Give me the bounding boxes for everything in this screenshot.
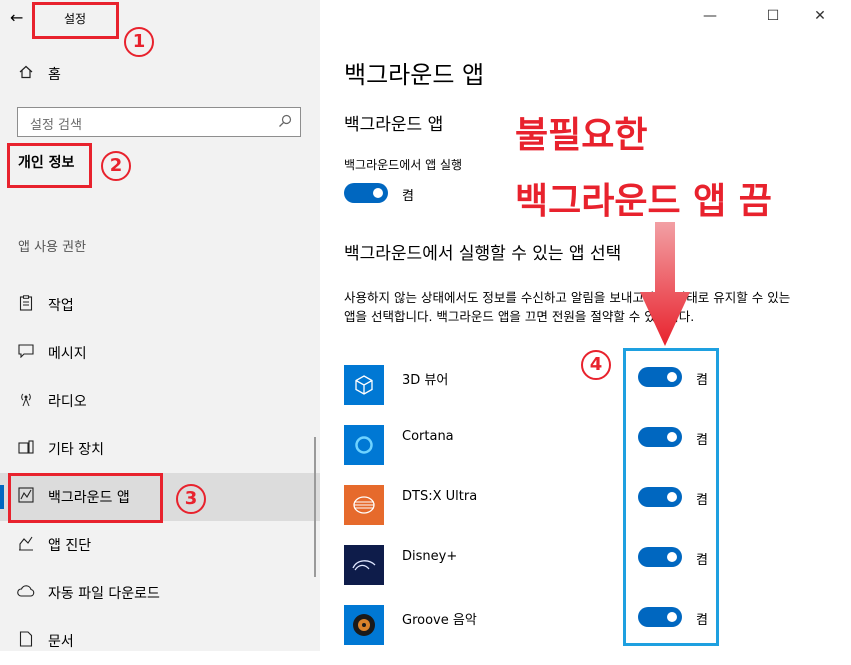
search-icon[interactable] bbox=[278, 114, 292, 132]
section-heading-background-apps: 백그라운드 앱 bbox=[344, 115, 444, 135]
device-icon bbox=[17, 440, 35, 458]
sidebar-item-label: 앱 진단 bbox=[48, 538, 92, 554]
sidebar-item-home[interactable]: 홈 bbox=[0, 50, 320, 98]
choose-apps-heading: 백그라운드에서 실행할 수 있는 앱 선택 bbox=[344, 244, 622, 264]
cloud-icon bbox=[17, 584, 35, 602]
app-row-disney-plus: Disney+ 켬 bbox=[320, 545, 851, 593]
document-icon bbox=[17, 631, 35, 651]
radio-icon bbox=[17, 391, 35, 411]
toggle-knob bbox=[373, 188, 383, 198]
group-label-app-permissions: 앱 사용 권한 bbox=[18, 240, 87, 255]
sidebar-item-documents[interactable]: 문서 bbox=[0, 617, 320, 665]
main-content: — ☐ ✕ 백그라운드 앱 백그라운드 앱 백그라운드에서 앱 실행 켬 백그라… bbox=[320, 0, 851, 651]
description-text: 사용하지 않는 상태에서도 정보를 수신하고 알림을 보내고 최신 상태로 유지… bbox=[344, 290, 791, 324]
sidebar-item-app-diagnostics[interactable]: 앱 진단 bbox=[0, 521, 320, 569]
disney-icon bbox=[344, 545, 384, 585]
app-row-cortana: Cortana 켬 bbox=[320, 425, 851, 473]
home-icon bbox=[17, 65, 35, 83]
back-arrow-icon[interactable]: ← bbox=[10, 8, 23, 28]
annotation-box-title bbox=[32, 2, 119, 39]
search-placeholder: 설정 검색 bbox=[30, 118, 82, 133]
sidebar-item-label: 기타 장치 bbox=[48, 442, 104, 458]
page-title: 백그라운드 앱 bbox=[344, 61, 485, 89]
sidebar-item-auto-file-downloads[interactable]: 자동 파일 다운로드 bbox=[0, 569, 320, 617]
annotation-arrow bbox=[640, 222, 690, 346]
sidebar-item-label: 라디오 bbox=[48, 394, 87, 410]
sidebar-item-other-devices[interactable]: 기타 장치 bbox=[0, 425, 320, 473]
sidebar-item-label: 작업 bbox=[48, 298, 74, 314]
sidebar-scrollbar[interactable] bbox=[314, 437, 316, 577]
sidebar-item-tasks[interactable]: 작업 bbox=[0, 281, 320, 329]
diagnostics-icon bbox=[17, 535, 35, 555]
app-name: DTS:X Ultra bbox=[402, 489, 478, 504]
app-name: 3D 뷰어 bbox=[402, 373, 449, 388]
annotation-number-4: 4 bbox=[581, 350, 611, 380]
settings-search-input[interactable]: 설정 검색 bbox=[17, 107, 301, 137]
task-icon bbox=[17, 295, 35, 315]
minimize-button[interactable]: — bbox=[695, 8, 725, 24]
app-row-groove-music: Groove 음악 켬 bbox=[320, 605, 851, 653]
sidebar-item-label: 자동 파일 다운로드 bbox=[48, 586, 160, 602]
run-in-background-toggle[interactable] bbox=[344, 183, 388, 203]
annotation-text-turn-off: 백그라운드 앱 끔 bbox=[515, 181, 772, 222]
message-icon bbox=[17, 344, 35, 362]
sidebar-item-messaging[interactable]: 메시지 bbox=[0, 329, 320, 377]
cortana-icon bbox=[344, 425, 384, 465]
annotation-box-background-apps bbox=[8, 473, 163, 523]
maximize-button[interactable]: ☐ bbox=[758, 8, 788, 24]
app-name: Cortana bbox=[402, 429, 454, 444]
annotation-number-1: 1 bbox=[124, 27, 154, 57]
close-button[interactable]: ✕ bbox=[805, 8, 835, 24]
annotation-number-3: 3 bbox=[176, 484, 206, 514]
sidebar: ← 설정 홈 설정 검색 개인 정보 앱 사용 권한 작업 메시지 라디오 기타… bbox=[0, 0, 320, 651]
app-name: Groove 음악 bbox=[402, 613, 477, 628]
dts-icon bbox=[344, 485, 384, 525]
annotation-number-2: 2 bbox=[101, 151, 131, 181]
annotation-text-unnecessary: 불필요한 bbox=[515, 115, 648, 156]
selection-indicator bbox=[0, 485, 4, 509]
sidebar-item-label: 홈 bbox=[48, 67, 61, 83]
run-in-background-label: 백그라운드에서 앱 실행 bbox=[344, 158, 463, 172]
toggle-state-text: 켬 bbox=[402, 189, 414, 204]
sidebar-item-label: 문서 bbox=[48, 634, 74, 650]
annotation-box-privacy bbox=[7, 143, 92, 188]
sidebar-item-label: 메시지 bbox=[48, 346, 87, 362]
groove-icon bbox=[344, 605, 384, 645]
cube-icon bbox=[344, 365, 384, 405]
annotation-box-toggles bbox=[623, 348, 719, 646]
sidebar-item-radios[interactable]: 라디오 bbox=[0, 377, 320, 425]
app-row-dts-x-ultra: DTS:X Ultra 켬 bbox=[320, 485, 851, 533]
app-name: Disney+ bbox=[402, 549, 458, 564]
